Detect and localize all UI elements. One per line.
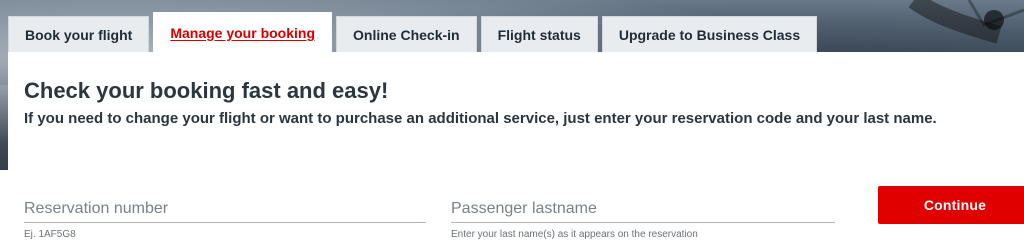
tab-book-your-flight[interactable]: Book your flight — [8, 16, 150, 53]
reservation-number-underline — [24, 222, 426, 223]
page-title: Check your booking fast and easy! — [24, 78, 389, 103]
passenger-lastname-input[interactable] — [451, 198, 835, 222]
reservation-number-hint: Ej. 1AF5G8 — [24, 229, 76, 240]
reservation-number-field[interactable]: Reservation number Ej. 1AF5G8 — [24, 198, 426, 241]
tab-manage-your-booking[interactable]: Manage your booking — [153, 12, 333, 53]
tab-upgrade-business-class[interactable]: Upgrade to Business Class — [601, 16, 818, 53]
passenger-lastname-field[interactable]: Passenger lastname Enter your last name(… — [451, 198, 835, 241]
reservation-number-input[interactable] — [24, 198, 426, 222]
tab-flight-status[interactable]: Flight status — [480, 16, 598, 53]
page-subtitle: If you need to change your flight or wan… — [24, 110, 937, 127]
tab-online-check-in[interactable]: Online Check-in — [336, 16, 477, 53]
passenger-lastname-hint: Enter your last name(s) as it appears on… — [451, 229, 698, 240]
continue-button[interactable]: Continue — [878, 186, 1024, 224]
manage-booking-panel: Check your booking fast and easy! If you… — [8, 52, 1024, 247]
windsurfer-silhouette-icon — [908, 0, 1024, 44]
booking-tabs: Book your flight Manage your booking Onl… — [8, 12, 818, 53]
passenger-lastname-underline — [451, 222, 835, 223]
